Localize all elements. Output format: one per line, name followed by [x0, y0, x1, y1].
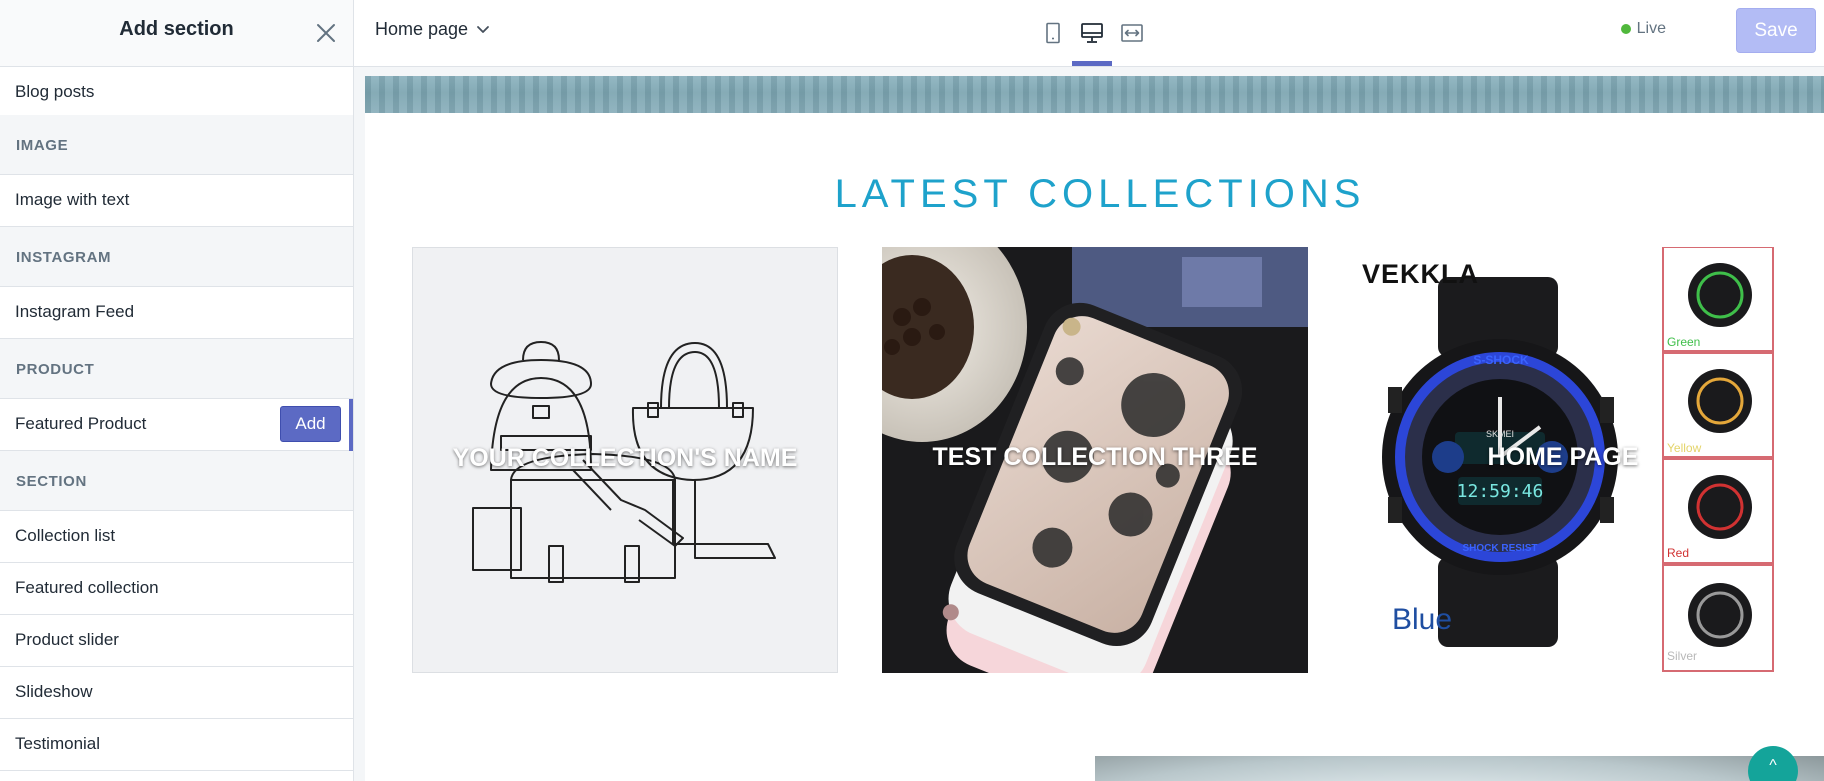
collection-card[interactable]: TEST COLLECTION THREE — [882, 247, 1308, 673]
watch-model-text: SKMEI — [1485, 429, 1514, 439]
desktop-icon — [1081, 23, 1103, 43]
sidebar-group-label: SECTION — [16, 473, 87, 490]
collection-title: YOUR COLLECTION'S NAME — [452, 444, 798, 472]
sidebar-item-label: Image with text — [15, 190, 130, 209]
watch-brand-text: S-SHOCK — [1473, 353, 1529, 367]
desktop-view-button[interactable] — [1076, 17, 1108, 49]
chevron-down-icon — [477, 25, 489, 33]
sidebar-item-label: Testimonial — [15, 734, 101, 753]
sidebar-group-instagram: INSTAGRAM — [0, 227, 353, 287]
collection-title: HOME PAGE — [1487, 443, 1639, 471]
close-icon[interactable] — [313, 20, 339, 46]
swatch-label: Red — [1667, 546, 1690, 560]
add-section-button[interactable]: Add — [280, 406, 341, 442]
next-section-image — [1095, 756, 1824, 781]
collection-card[interactable]: YOUR COLLECTION'S NAME — [412, 247, 838, 673]
mobile-icon — [1046, 22, 1060, 44]
sidebar-group-label: PRODUCT — [16, 361, 95, 378]
save-button[interactable]: Save — [1736, 8, 1816, 53]
sidebar-item-image-with-text[interactable]: Image with text — [0, 175, 353, 227]
swatch-label: Green — [1667, 335, 1701, 349]
banner-image — [365, 76, 1824, 113]
sidebar-item-label: Instagram Feed — [15, 302, 135, 321]
sidebar-item-blog-posts[interactable]: Blog posts — [0, 67, 353, 119]
sidebar-item-slideshow[interactable]: Slideshow — [0, 667, 353, 719]
brand-logo-text: VEKKLA — [1362, 259, 1480, 289]
sidebar-item-label: Product slider — [15, 630, 119, 649]
scroll-to-top-button[interactable]: ^ — [1748, 746, 1798, 781]
color-variant-label: Blue — [1392, 603, 1453, 636]
collection-title: TEST COLLECTION THREE — [932, 443, 1258, 471]
sidebar-item-collection-list[interactable]: Collection list — [0, 511, 353, 563]
sidebar-header: Add section — [0, 0, 353, 67]
sidebar-item-label: Blog posts — [15, 82, 95, 101]
add-section-sidebar: Add section Blog posts IMAGE Image with … — [0, 0, 354, 781]
sidebar-item-label: Slideshow — [15, 682, 93, 701]
status-dot-icon — [1620, 24, 1631, 34]
fullscreen-view-button[interactable] — [1116, 17, 1148, 49]
collection-card[interactable]: VEKKLA Blue S-SHOCK SKMEI 12:59:46 SHOCK… — [1350, 247, 1776, 673]
sidebar-group-label: INSTAGRAM — [16, 249, 112, 266]
page-selector[interactable]: Home page — [375, 19, 490, 40]
live-status-label: Live — [1636, 20, 1666, 37]
mobile-view-button[interactable] — [1037, 17, 1069, 49]
sidebar-item-featured-collection[interactable]: Featured collection — [0, 563, 353, 615]
editor-topbar: Home page Live Save — [354, 0, 1824, 67]
sidebar-item-label: Collection list — [15, 526, 116, 545]
sidebar-title: Add section — [119, 18, 234, 40]
sidebar-item-testimonial[interactable]: Testimonial — [0, 719, 353, 771]
fullscreen-icon — [1121, 24, 1143, 42]
sidebar-item-featured-product[interactable]: Featured Product Add — [0, 399, 353, 451]
sidebar-item-label: Featured collection — [15, 578, 159, 597]
page-selector-label: Home page — [375, 19, 469, 39]
sidebar-group-product: PRODUCT — [0, 339, 353, 399]
sidebar-group-image: IMAGE — [0, 115, 353, 175]
sidebar-item-instagram-feed[interactable]: Instagram Feed — [0, 287, 353, 339]
swatch-label: Silver — [1667, 649, 1698, 663]
active-device-indicator — [1072, 61, 1112, 66]
hover-indicator — [349, 399, 353, 451]
sidebar-group-section: SECTION — [0, 451, 353, 511]
sidebar-group-label: IMAGE — [16, 137, 69, 154]
theme-preview: LATEST COLLECTIONS YOUR COLLECTION'S NAM… — [354, 67, 1824, 781]
chevron-up-icon: ^ — [1769, 757, 1777, 774]
watch-digital-time: 12:59:46 — [1456, 481, 1544, 502]
sidebar-item-label: Featured Product — [15, 414, 147, 433]
section-title: LATEST COLLECTIONS — [834, 172, 1366, 216]
live-status: Live — [1620, 20, 1666, 38]
watch-bottom-text: SHOCK RESIST — [1462, 543, 1538, 554]
preview-frame: LATEST COLLECTIONS YOUR COLLECTION'S NAM… — [365, 76, 1824, 781]
sidebar-item-product-slider[interactable]: Product slider — [0, 615, 353, 667]
